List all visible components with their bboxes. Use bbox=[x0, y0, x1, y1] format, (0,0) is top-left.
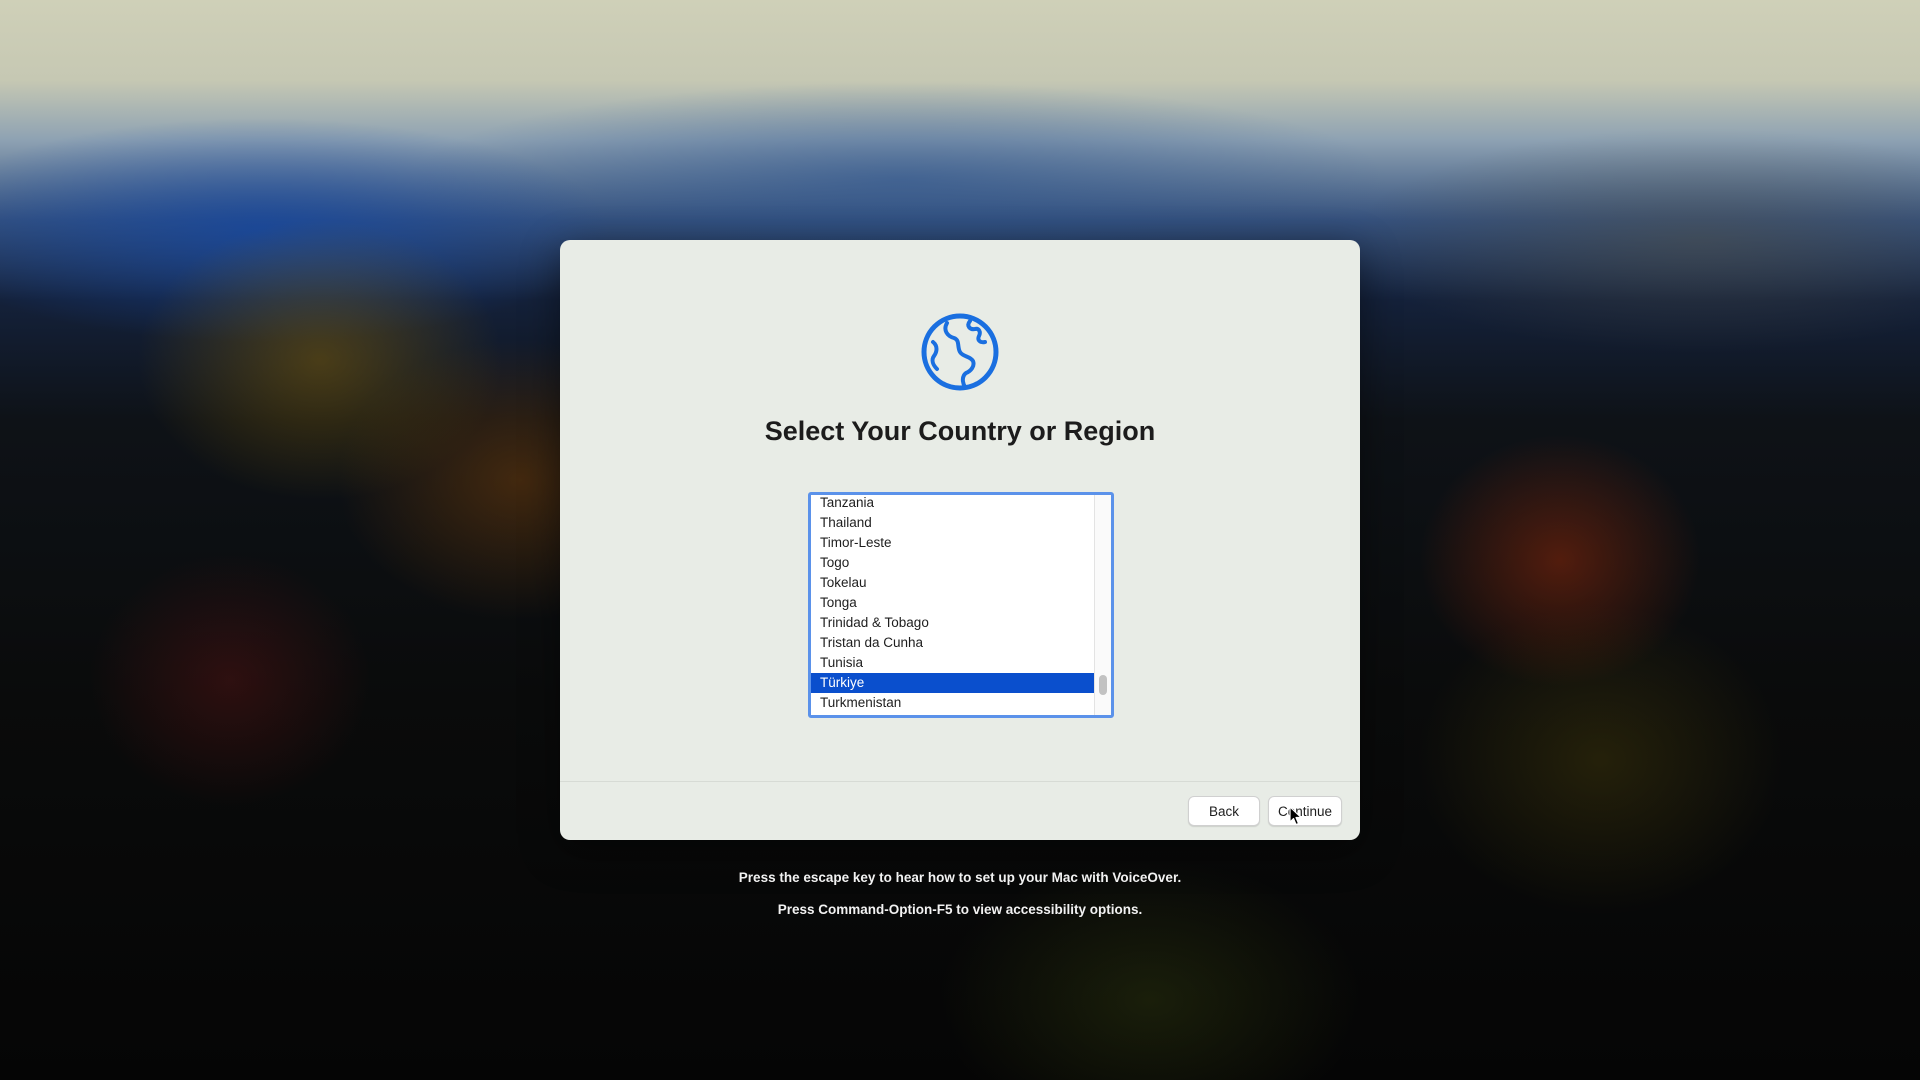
country-list[interactable]: Tanzania Thailand Timor-Leste Togo Tokelau To… bbox=[811, 495, 1095, 713]
country-list-item[interactable]: Tristan da Cunha bbox=[811, 633, 1095, 653]
globe-icon bbox=[921, 313, 999, 391]
setup-dialog: Select Your Country or Region Tanzania Th… bbox=[560, 240, 1360, 840]
list-scrollbar[interactable] bbox=[1094, 495, 1111, 715]
country-list-item[interactable]: Tokelau bbox=[811, 573, 1095, 593]
country-list-item-selected[interactable]: Türkiye bbox=[811, 673, 1095, 693]
country-list-item[interactable]: Trinidad & Tobago bbox=[811, 613, 1095, 633]
country-list-item[interactable]: Timor-Leste bbox=[811, 533, 1095, 553]
country-listbox[interactable]: Tanzania Thailand Timor-Leste Togo Tokelau To… bbox=[808, 492, 1114, 718]
country-list-item[interactable]: Thailand bbox=[811, 513, 1095, 533]
country-list-item[interactable]: Togo bbox=[811, 553, 1095, 573]
list-scrollbar-thumb[interactable] bbox=[1099, 675, 1107, 695]
footer-divider bbox=[560, 781, 1360, 782]
accessibility-hint: Press Command-Option-F5 to view accessib… bbox=[777, 902, 1143, 917]
country-list-item[interactable]: Tonga bbox=[811, 593, 1095, 613]
country-list-item[interactable]: Tanzania bbox=[811, 495, 1095, 513]
voiceover-hint: Press the escape key to hear how to set … bbox=[738, 870, 1182, 885]
continue-button[interactable]: Continue bbox=[1268, 796, 1342, 826]
back-button[interactable]: Back bbox=[1188, 796, 1260, 826]
country-list-item[interactable]: Turkmenistan bbox=[811, 693, 1095, 713]
dialog-title: Select Your Country or Region bbox=[764, 416, 1156, 446]
mouse-pointer-icon bbox=[1289, 806, 1302, 826]
country-list-item[interactable]: Tunisia bbox=[811, 653, 1095, 673]
